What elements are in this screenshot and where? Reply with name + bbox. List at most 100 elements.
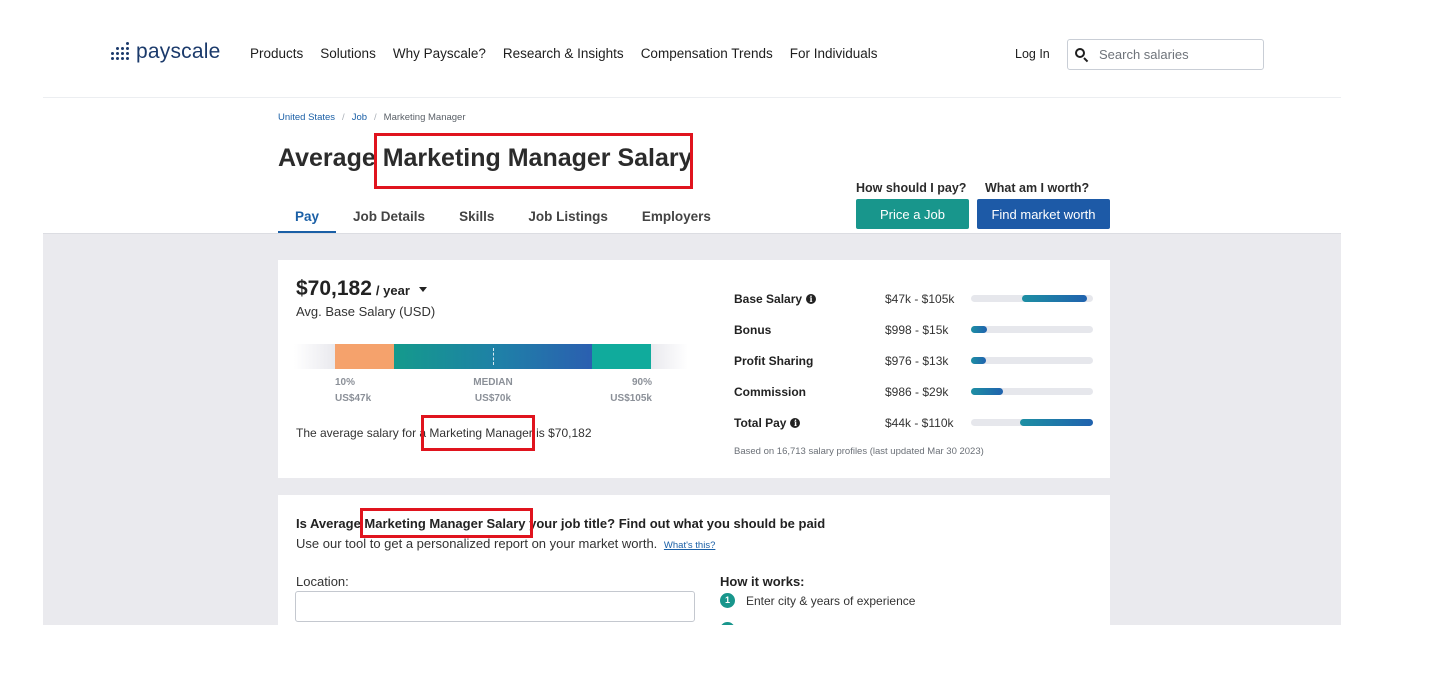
pay-range-fill <box>971 326 987 333</box>
tab-bar: Pay Job Details Skills Job Listings Empl… <box>278 200 728 234</box>
pay-range-value: $976 - $13k <box>885 354 949 368</box>
cta-labels: How should I pay? What am I worth? <box>856 181 1089 195</box>
step-number: 1 <box>720 593 735 608</box>
pay-range-row: Base Salary i $47k - $105k <box>734 290 1096 321</box>
pay-range-row: Commission $986 - $29k <box>734 383 1096 414</box>
pay-range-label-text: Profit Sharing <box>734 354 814 368</box>
info-icon[interactable]: i <box>790 418 801 428</box>
nav-products[interactable]: Products <box>250 46 303 61</box>
pay-range-value: $998 - $15k <box>885 323 949 337</box>
tab-job-listings[interactable]: Job Listings <box>511 200 625 234</box>
pay-range-label-text: Bonus <box>734 323 772 337</box>
percentile-90: 90% US$105k <box>588 375 652 407</box>
pay-range-fill <box>971 357 986 364</box>
top-navigation: payscale Products Solutions Why Payscale… <box>43 0 1341 98</box>
nav-for-individuals[interactable]: For Individuals <box>790 46 878 61</box>
search-input[interactable] <box>1099 47 1259 62</box>
percentile-label: 90% <box>631 377 652 388</box>
pay-range-track <box>971 388 1093 395</box>
average-salary-sentence: The average salary for a Marketing Manag… <box>296 426 592 440</box>
pay-range-label: Profit Sharing <box>734 354 813 368</box>
based-on-note: Based on 16,713 salary profiles (last up… <box>734 446 984 457</box>
whats-this-link[interactable]: What's this? <box>664 540 715 551</box>
salary-period: / year <box>375 283 410 298</box>
salary-card: $70,182 / year Avg. Base Salary (USD) 10… <box>278 260 1110 478</box>
location-label: Location: <box>296 574 349 589</box>
tab-skills[interactable]: Skills <box>442 200 511 234</box>
personalize-title: Is Average Marketing Manager Salary your… <box>296 516 826 531</box>
salary-range-bar <box>294 344 688 369</box>
chevron-down-icon[interactable] <box>418 287 427 292</box>
find-market-worth-button[interactable]: Find market worth <box>977 199 1110 229</box>
salary-amount: $70,182 <box>296 277 372 300</box>
pay-range-value: $986 - $29k <box>885 385 949 399</box>
bar-low-segment <box>335 344 394 369</box>
tab-job-details[interactable]: Job Details <box>336 200 442 234</box>
pay-range-label: Commission <box>734 385 806 399</box>
search-box[interactable] <box>1067 39 1264 70</box>
pay-range-track <box>971 326 1093 333</box>
page: payscale Products Solutions Why Payscale… <box>0 0 1454 674</box>
step-text: Enter city & years of experience <box>746 593 916 608</box>
bar-fade-right <box>651 344 688 369</box>
personalize-subtitle: Use our tool to get a personalized repor… <box>296 536 715 551</box>
pay-range-label: Total Pay i <box>734 416 801 430</box>
breadcrumb-job[interactable]: Job <box>352 112 367 123</box>
pay-range-track <box>971 419 1093 426</box>
pay-range-label: Base Salary i <box>734 292 817 306</box>
salary-label: Avg. Base Salary (USD) <box>296 304 436 319</box>
login-link[interactable]: Log In <box>1015 47 1050 61</box>
pay-range-value: $44k - $110k <box>885 416 954 430</box>
personalize-subtitle-text: Use our tool to get a personalized repor… <box>296 536 658 551</box>
pay-range-fill <box>971 388 1003 395</box>
pay-range-row: Profit Sharing $976 - $13k <box>734 352 1096 383</box>
price-a-job-button[interactable]: Price a Job <box>856 199 969 229</box>
percentile-10: 10% US$47k <box>335 375 371 407</box>
pay-range-row: Bonus $998 - $15k <box>734 321 1096 352</box>
how-it-works-heading: How it works: <box>720 574 805 589</box>
percentile-median: MEDIAN US$70k <box>460 375 526 407</box>
pay-range-label: Bonus <box>734 323 771 337</box>
median-marker <box>493 348 494 365</box>
pay-ranges: Base Salary i $47k - $105k Bonus $998 - $15k… <box>734 290 1096 445</box>
pay-range-fill <box>1022 295 1087 302</box>
tab-employers[interactable]: Employers <box>625 200 728 234</box>
info-icon[interactable]: i <box>806 294 817 304</box>
pay-range-track <box>971 295 1093 302</box>
step-1: 1 Enter city & years of experience <box>720 593 915 608</box>
percentile-label: MEDIAN <box>473 377 513 388</box>
how-should-i-pay-label: How should I pay? <box>856 181 967 195</box>
percentile-label: 10% <box>335 377 356 388</box>
tab-pay[interactable]: Pay <box>278 200 337 234</box>
nav-why-payscale[interactable]: Why Payscale? <box>393 46 486 61</box>
nav-solutions[interactable]: Solutions <box>320 46 376 61</box>
personalized-report-card: Is Average Marketing Manager Salary your… <box>278 495 1110 625</box>
nav-research-insights[interactable]: Research & Insights <box>503 46 624 61</box>
pay-range-track <box>971 357 1093 364</box>
pay-range-label-text: Commission <box>734 385 807 399</box>
pay-range-fill <box>1020 419 1093 426</box>
breadcrumb-separator: / <box>342 112 345 123</box>
percentile-value: US$70k <box>474 393 512 404</box>
pay-range-label-text: Total Pay <box>734 416 787 430</box>
bar-high-segment <box>592 344 651 369</box>
payscale-logo[interactable]: payscale <box>111 40 220 64</box>
bar-fade-left <box>294 344 335 369</box>
breadcrumb-separator: / <box>374 112 377 123</box>
location-input[interactable] <box>295 591 695 622</box>
breadcrumb: United States / Job / Marketing Manager <box>278 112 466 123</box>
page-title: Average Marketing Manager Salary <box>278 144 693 172</box>
logo-dots-icon <box>111 42 131 62</box>
main-nav: Products Solutions Why Payscale? Researc… <box>250 46 895 61</box>
breadcrumb-united-states[interactable]: United States <box>278 112 335 123</box>
bar-middle-segment <box>394 344 592 369</box>
search-icon[interactable] <box>1075 47 1089 62</box>
breadcrumb-current: Marketing Manager <box>383 112 466 123</box>
pay-range-label-text: Base Salary <box>734 292 803 306</box>
logo-text: payscale <box>136 40 221 63</box>
salary-headline[interactable]: $70,182 / year <box>296 277 427 301</box>
step-2-number <box>720 622 735 625</box>
what-am-i-worth-label: What am I worth? <box>985 181 1090 195</box>
nav-compensation-trends[interactable]: Compensation Trends <box>641 46 773 61</box>
percentile-value: US$105k <box>610 393 652 404</box>
